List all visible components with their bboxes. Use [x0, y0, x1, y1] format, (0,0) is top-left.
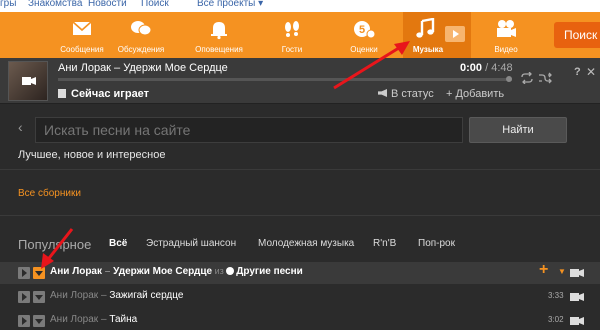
- header-search-button[interactable]: Поиск: [554, 22, 600, 48]
- song-search-input[interactable]: [35, 117, 463, 143]
- nav-video-label: Видео: [494, 45, 518, 54]
- disc-icon: [226, 267, 235, 275]
- chevron-down-icon[interactable]: [33, 315, 45, 327]
- current-track-title: Ани Лорак – Удержи Мое Сердце: [58, 62, 228, 74]
- song-artist[interactable]: Ани Лорак: [50, 314, 98, 325]
- play-square-icon: [445, 26, 465, 42]
- repeat-icon[interactable]: [520, 72, 534, 84]
- song-title[interactable]: Зажигай сердце: [109, 290, 183, 301]
- chevron-down-icon[interactable]: [33, 291, 45, 303]
- nav-discussions[interactable]: Обсуждения: [113, 12, 169, 58]
- now-playing-label[interactable]: Сейчас играет: [58, 88, 149, 100]
- video-camera-icon: [22, 77, 36, 85]
- nav-notifications-label: Оповещения: [195, 45, 243, 54]
- song-row[interactable]: Ани Лорак – Тайна 3:02: [0, 310, 600, 330]
- song-row[interactable]: Ани Лорак – Удержи Мое Сердце из Другие …: [0, 261, 600, 284]
- music-main: ‹ Найти Лучшее, новое и интересное Все с…: [0, 105, 600, 330]
- best-new-heading: Лучшее, новое и интересное: [18, 149, 166, 161]
- video-camera-icon[interactable]: [570, 316, 584, 326]
- link-all-projects[interactable]: Все проекты ▾: [197, 0, 263, 9]
- help-icon[interactable]: ?: [574, 66, 581, 78]
- link-dating[interactable]: Знакомства: [28, 0, 82, 9]
- annotation-arrow: [333, 41, 410, 90]
- time-total: / 4:48: [482, 62, 513, 74]
- song-info: Ани Лорак – Тайна: [50, 314, 138, 325]
- top-links-bar: гры Знакомства Новости Поиск Все проекты…: [0, 0, 600, 12]
- video-camera-icon: [497, 20, 516, 37]
- song-album[interactable]: Другие песни: [236, 266, 303, 277]
- song-artist[interactable]: Ани Лорак: [50, 290, 98, 301]
- link-news[interactable]: Новости: [88, 0, 127, 9]
- album-cover[interactable]: [8, 61, 48, 101]
- caret-down-icon[interactable]: ▼: [558, 267, 566, 276]
- play-icon[interactable]: [18, 291, 30, 303]
- song-title[interactable]: Удержи Мое Сердце: [113, 266, 212, 277]
- chat-bubbles-icon: [131, 21, 152, 36]
- video-camera-icon[interactable]: [570, 268, 584, 278]
- song-info: Ани Лорак – Зажигай сердце: [50, 290, 184, 301]
- time-current: 0:00: [460, 62, 483, 74]
- back-chevron-icon[interactable]: ‹: [18, 119, 23, 135]
- nav-discussions-label: Обсуждения: [117, 45, 165, 54]
- shuffle-icon[interactable]: [538, 72, 552, 84]
- nav-messages[interactable]: Сообщения: [54, 12, 110, 58]
- progress-bar[interactable]: [58, 78, 512, 81]
- tab-pop-rock[interactable]: Поп-рок: [418, 238, 455, 249]
- tab-youth-music[interactable]: Молодежная музыка: [258, 238, 354, 249]
- find-button[interactable]: Найти: [469, 117, 567, 143]
- song-row[interactable]: Ани Лорак – Зажигай сердце 3:33: [0, 286, 600, 308]
- close-icon[interactable]: ✕: [586, 65, 596, 79]
- nav-guests-label: Гости: [281, 45, 303, 54]
- play-icon[interactable]: [18, 315, 30, 327]
- divider: [0, 215, 600, 216]
- song-duration: 3:02: [548, 315, 564, 324]
- document-icon: [58, 89, 66, 98]
- divider: [0, 169, 600, 170]
- tab-estrada-chanson[interactable]: Эстрадный шансон: [146, 238, 236, 249]
- video-camera-icon[interactable]: [570, 292, 584, 302]
- link-search[interactable]: Поиск: [141, 0, 169, 9]
- tab-rnb[interactable]: R'n'B: [373, 238, 396, 249]
- add-button[interactable]: + Добавить: [446, 88, 504, 100]
- nav-video[interactable]: Видео: [478, 12, 534, 58]
- annotation-arrow: [41, 228, 74, 269]
- music-player: Ани Лорак – Удержи Мое Сердце 0:00 / 4:4…: [0, 58, 600, 104]
- tab-all[interactable]: Всё: [109, 238, 127, 249]
- app-root: гры Знакомства Новости Поиск Все проекты…: [0, 0, 600, 330]
- link-games[interactable]: гры: [0, 0, 16, 9]
- all-collections-link[interactable]: Все сборники: [18, 188, 81, 199]
- song-title[interactable]: Тайна: [109, 314, 137, 325]
- add-plus-icon[interactable]: +: [539, 261, 548, 279]
- nav-notifications[interactable]: Оповещения: [191, 12, 247, 58]
- music-note-icon: [416, 18, 435, 38]
- volume-knob-icon[interactable]: [505, 75, 513, 83]
- bell-icon: [211, 22, 227, 40]
- song-info: Ани Лорак – Удержи Мое Сердце из Другие …: [50, 266, 303, 277]
- envelope-icon: [72, 21, 92, 35]
- footprints-icon: [285, 21, 299, 37]
- svg-text:5: 5: [359, 24, 365, 36]
- track-time: 0:00 / 4:48: [460, 62, 513, 74]
- play-icon[interactable]: [18, 267, 30, 279]
- song-duration: 3:33: [548, 291, 564, 300]
- nav-guests[interactable]: Гости: [264, 12, 320, 58]
- main-nav: Сообщения Обсуждения Оповещения Гости 5 …: [0, 12, 600, 58]
